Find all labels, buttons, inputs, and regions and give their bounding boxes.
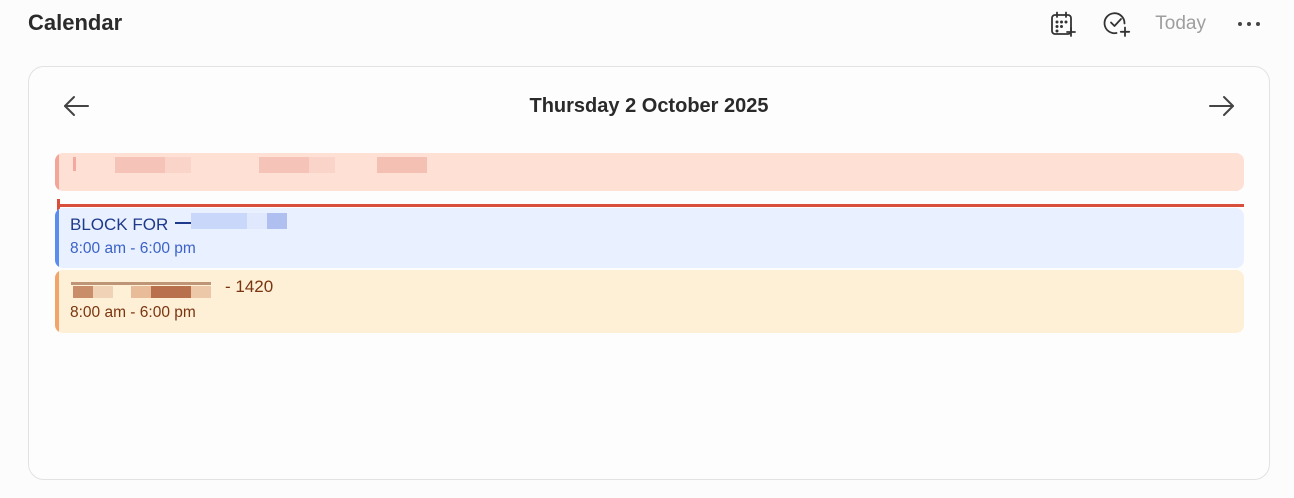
redacted-title [309,157,335,173]
event-time: 8:00 am - 6:00 pm [70,304,196,321]
new-task-button[interactable] [1101,8,1133,40]
event-color-bar [55,208,59,268]
new-event-button[interactable] [1047,8,1079,40]
redacted-title [115,157,165,173]
redacted-title [377,157,427,173]
redacted-title [73,157,76,171]
day-view-card: Thursday 2 October 2025 BLOCK FOR 8:00 a… [28,66,1270,480]
calendar-add-icon [1051,11,1077,37]
redacted-title [131,286,151,298]
redacted-title [267,213,287,229]
app-title: Calendar [28,10,123,35]
toolbar: Today [1047,8,1262,40]
all-day-event[interactable] [55,153,1244,191]
redacted-title [73,286,93,298]
event-title: BLOCK FOR [70,215,169,234]
redacted-title [71,282,211,285]
event-block[interactable]: BLOCK FOR 8:00 am - 6:00 pm [55,208,1244,268]
app-header: Calendar Today [0,0,1294,48]
arrow-right-icon [1209,96,1234,116]
redacted-title [151,286,191,298]
event-inspection[interactable]: - 1420 8:00 am - 6:00 pm [55,270,1244,333]
redacted-title [93,286,113,298]
more-options-button[interactable] [1236,8,1262,40]
redacted-title [191,213,247,229]
date-heading: Thursday 2 October 2025 [529,95,769,117]
redacted-title [165,157,191,173]
redacted-title [247,213,267,229]
event-color-bar [55,270,59,333]
event-time: 8:00 am - 6:00 pm [70,240,196,257]
current-time-line [57,204,1244,207]
redacted-title [259,157,309,173]
next-day-button[interactable] [1207,93,1237,119]
task-add-icon [1103,12,1131,37]
event-color-bar [55,153,59,191]
redacted-title [191,286,211,298]
redacted-title [175,222,191,224]
event-title: - 1420 [225,277,274,296]
today-button[interactable]: Today [1155,8,1206,40]
more-horizontal-icon [1238,22,1260,26]
